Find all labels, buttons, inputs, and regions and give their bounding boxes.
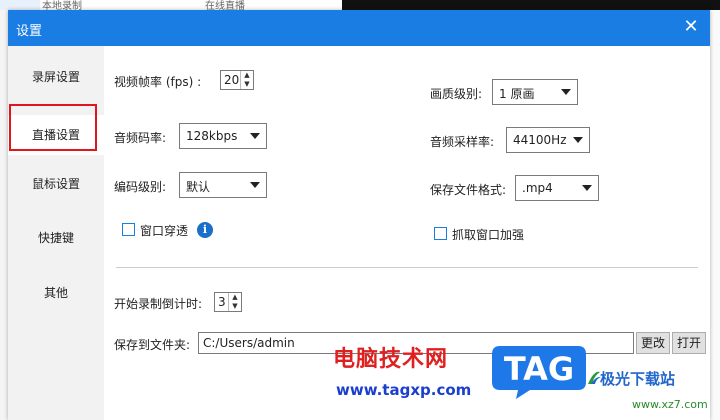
sidebar-item-live-settings[interactable]: 直播设置 <box>8 115 104 155</box>
tag-logo-text: TAG <box>504 350 574 388</box>
close-icon[interactable]: ✕ <box>680 16 702 38</box>
section-divider <box>116 267 698 268</box>
background-left-edge <box>0 10 8 420</box>
save-folder-label: 保存到文件夹: <box>114 338 191 352</box>
fps-spinbox[interactable]: 20 ▲ ▼ <box>220 70 254 90</box>
info-icon[interactable]: i <box>197 222 213 238</box>
background-app-strip: 本地录制 在线直播 <box>0 0 720 12</box>
quality-select[interactable]: 1 原画 <box>492 79 578 105</box>
watermark-site-url: www.xz7.com <box>632 398 708 411</box>
spin-down-icon[interactable]: ▼ <box>229 302 241 311</box>
encode-value: 默认 <box>186 180 211 194</box>
countdown-spin-arrows[interactable]: ▲ ▼ <box>228 293 241 311</box>
spin-up-icon[interactable]: ▲ <box>229 293 241 302</box>
capture-enhance-label: 抓取窗口加强 <box>452 228 525 242</box>
format-value: .mp4 <box>522 181 553 195</box>
sidebar-item-record-settings[interactable]: 录屏设置 <box>8 62 104 92</box>
sidebar-item-mouse-settings[interactable]: 鼠标设置 <box>8 169 104 199</box>
chevron-down-icon <box>582 185 592 191</box>
bitrate-label: 音频码率: <box>114 131 167 145</box>
background-app-tab <box>0 0 40 10</box>
background-preview-area <box>342 0 720 10</box>
sidebar-item-hotkeys[interactable]: 快捷键 <box>8 223 104 253</box>
samplerate-value: 44100Hz <box>513 133 567 147</box>
chevron-down-icon <box>561 89 571 95</box>
encode-select[interactable]: 默认 <box>179 172 267 198</box>
watermark-url: www.tagxp.com <box>336 381 472 399</box>
quality-value: 1 原画 <box>499 87 535 101</box>
open-folder-button[interactable]: 打开 <box>672 332 706 354</box>
fps-label: 视频帧率 (fps) : <box>114 75 202 89</box>
background-right-edge <box>710 10 720 420</box>
format-select[interactable]: .mp4 <box>515 175 599 201</box>
samplerate-label: 音频采样率: <box>430 135 495 149</box>
tag-logo: TAG <box>492 346 586 399</box>
countdown-value: 3 <box>218 295 226 309</box>
sidebar-item-other[interactable]: 其他 <box>8 278 104 308</box>
countdown-spinbox[interactable]: 3 ▲ ▼ <box>214 292 242 312</box>
bitrate-value: 128kbps <box>186 129 238 143</box>
spin-down-icon[interactable]: ▼ <box>241 80 253 89</box>
dialog-titlebar: 设置 ✕ <box>8 10 710 46</box>
capture-enhance-checkbox[interactable] <box>434 227 447 240</box>
samplerate-select[interactable]: 44100Hz <box>506 127 590 153</box>
window-through-checkbox[interactable] <box>122 223 135 236</box>
window-through-label: 窗口穿透 <box>140 224 189 238</box>
watermark-site-name: 极光下载站 <box>600 370 676 388</box>
change-folder-button[interactable]: 更改 <box>636 332 670 354</box>
fps-value: 20 <box>224 73 240 87</box>
chevron-down-icon <box>573 137 583 143</box>
settings-sidebar: 录屏设置 直播设置 鼠标设置 快捷键 其他 <box>8 46 104 420</box>
watermark-cn-text: 电脑技术网 <box>333 347 449 372</box>
spin-up-icon[interactable]: ▲ <box>241 71 253 80</box>
bitrate-select[interactable]: 128kbps <box>179 123 267 149</box>
save-folder-value: C:/Users/admin <box>203 336 295 350</box>
quality-label: 画质级别: <box>430 87 483 101</box>
encode-label: 编码级别: <box>114 180 167 194</box>
countdown-label: 开始录制倒计时: <box>114 297 203 311</box>
format-label: 保存文件格式: <box>430 183 507 197</box>
fps-spin-arrows[interactable]: ▲ ▼ <box>240 71 253 89</box>
dialog-title: 设置 <box>16 24 43 39</box>
chevron-down-icon <box>250 182 260 188</box>
chevron-down-icon <box>250 133 260 139</box>
